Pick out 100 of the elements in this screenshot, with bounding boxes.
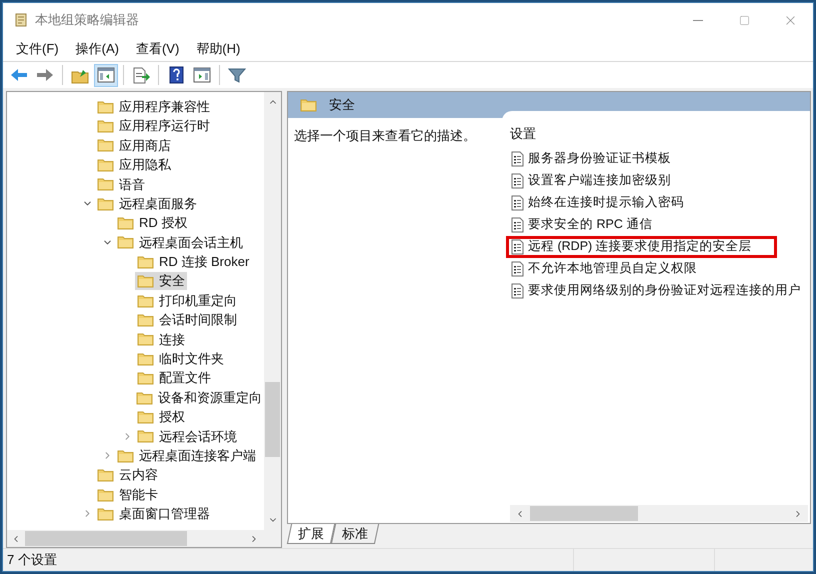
tree-item-label: 应用程序运行时 bbox=[119, 117, 210, 136]
horizontal-scrollbar[interactable] bbox=[510, 505, 808, 522]
toolbar-button[interactable] bbox=[94, 64, 118, 86]
tree-item-label: 应用商店 bbox=[119, 136, 171, 155]
folder-icon bbox=[300, 98, 317, 112]
tree-item-label: RD 授权 bbox=[139, 214, 188, 232]
action-pane-icon bbox=[193, 67, 211, 83]
tree-item[interactable]: 设备和资源重定向 bbox=[134, 388, 264, 407]
policy-document-icon bbox=[511, 172, 524, 188]
folder-icon bbox=[137, 274, 154, 288]
status-text: 7 个设置 bbox=[6, 551, 58, 570]
policy-document-icon bbox=[511, 150, 524, 166]
folder-icon bbox=[97, 138, 114, 152]
tree-item[interactable]: 打印机重定向 bbox=[135, 292, 239, 310]
folder-icon bbox=[97, 196, 114, 211]
folder-icon bbox=[117, 235, 134, 250]
tree-item[interactable]: 远程会话环境 bbox=[135, 427, 239, 446]
folder-icon bbox=[137, 332, 154, 346]
menu-item[interactable]: 查看(V) bbox=[128, 39, 188, 59]
window-title: 本地组策略编辑器 bbox=[35, 11, 139, 30]
tree-item[interactable]: 会话时间限制 bbox=[135, 310, 239, 329]
tree-item[interactable]: 授权 bbox=[135, 408, 187, 426]
folder-icon bbox=[97, 158, 114, 172]
tree-item[interactable]: 远程桌面服务 bbox=[95, 194, 199, 213]
scroll-app-icon bbox=[13, 12, 29, 28]
tree-item-label: 桌面窗口管理器 bbox=[119, 505, 210, 524]
tree-item-label: 临时文件夹 bbox=[159, 350, 224, 368]
folder-icon bbox=[117, 216, 134, 230]
tree-item-label: 安全 bbox=[159, 272, 185, 290]
folder-icon bbox=[97, 488, 114, 502]
tree-item-label: 授权 bbox=[159, 408, 185, 426]
tree-pane-icon bbox=[97, 67, 115, 83]
view-tab[interactable]: 扩展 bbox=[286, 524, 336, 544]
tree-item[interactable]: 应用程序兼容性 bbox=[95, 98, 212, 116]
tree-item[interactable]: 远程桌面连接客户端 bbox=[115, 446, 258, 465]
setting-item[interactable]: 要求安全的 RPC 通信 bbox=[506, 214, 777, 236]
setting-item[interactable]: 不允许本地管理员自定义权限 bbox=[506, 258, 777, 280]
tree-item[interactable]: 语音 bbox=[95, 175, 147, 194]
tree-item-label: 配置文件 bbox=[159, 369, 211, 388]
tree-item[interactable]: 云内容 bbox=[95, 466, 160, 484]
setting-item[interactable]: 设置客户端连接加密级别 bbox=[506, 170, 777, 192]
policy-document-icon bbox=[511, 194, 524, 210]
tree-item-label: 应用程序兼容性 bbox=[119, 98, 210, 116]
setting-item[interactable]: 远程 (RDP) 连接要求使用指定的安全层 bbox=[506, 236, 777, 258]
scroll-thumb[interactable] bbox=[25, 531, 187, 546]
tree-item[interactable]: RD 连接 Broker bbox=[135, 252, 252, 271]
tree-item-label: 远程桌面会话主机 bbox=[139, 234, 243, 252]
tree-item-label: 远程桌面连接客户端 bbox=[139, 446, 256, 465]
folder-icon bbox=[97, 100, 114, 114]
policy-document-icon bbox=[511, 260, 524, 276]
view-tab[interactable]: 标准 bbox=[330, 524, 380, 544]
folder-icon bbox=[137, 371, 154, 386]
horizontal-scrollbar[interactable] bbox=[7, 530, 281, 547]
tree-item-label: 智能卡 bbox=[119, 486, 158, 504]
tree-item[interactable]: 远程桌面会话主机 bbox=[115, 233, 245, 252]
tree-item-label: 会话时间限制 bbox=[159, 311, 237, 330]
filter-icon bbox=[228, 66, 246, 84]
folder-icon bbox=[97, 468, 114, 482]
tree-item[interactable]: RD 授权 bbox=[115, 214, 190, 232]
folder-icon bbox=[137, 429, 154, 444]
tree-item-label: 设备和资源重定向 bbox=[158, 388, 262, 407]
tree-item-label: 连接 bbox=[159, 330, 185, 349]
setting-item[interactable]: 服务器身份验证证书模板 bbox=[506, 148, 777, 170]
folder-icon bbox=[117, 448, 134, 463]
menu-item[interactable]: 操作(A) bbox=[68, 39, 127, 59]
folder-icon bbox=[136, 390, 153, 405]
tree-item[interactable]: 配置文件 bbox=[135, 369, 213, 388]
forward-arrow-icon bbox=[36, 67, 54, 83]
tree-item[interactable]: 连接 bbox=[135, 330, 187, 348]
folder-icon bbox=[97, 119, 114, 134]
back-arrow-icon bbox=[10, 67, 28, 83]
settings-column-header: 设置 bbox=[510, 125, 537, 143]
folder-icon bbox=[137, 254, 154, 269]
tree-item[interactable]: 应用商店 bbox=[95, 136, 173, 154]
setting-item[interactable]: 始终在连接时提示输入密码 bbox=[506, 192, 777, 214]
maximize-icon bbox=[738, 14, 750, 26]
folder-icon bbox=[137, 352, 154, 366]
tree-item[interactable]: 智能卡 bbox=[95, 486, 160, 504]
scroll-thumb[interactable] bbox=[530, 506, 638, 521]
policy-document-icon bbox=[511, 238, 524, 254]
export-list-icon bbox=[132, 66, 150, 84]
tree-item[interactable]: 应用隐私 bbox=[95, 156, 173, 174]
menu-item[interactable]: 帮助(H) bbox=[188, 39, 248, 59]
scroll-thumb[interactable] bbox=[265, 382, 280, 457]
folder-icon bbox=[137, 312, 154, 327]
folder-icon bbox=[137, 294, 154, 308]
tree-item-label: 语音 bbox=[119, 176, 145, 194]
tree-item[interactable]: 临时文件夹 bbox=[135, 350, 226, 368]
policy-document-icon bbox=[511, 216, 524, 232]
tree-item-label: RD 连接 Broker bbox=[159, 253, 250, 272]
vertical-scrollbar[interactable] bbox=[264, 92, 281, 530]
folder-icon bbox=[137, 410, 154, 424]
help-icon bbox=[168, 66, 184, 84]
tree-item-label: 远程桌面服务 bbox=[119, 194, 197, 213]
setting-item[interactable]: 要求使用网络级别的身份验证对远程连接的用户 bbox=[506, 280, 806, 302]
tree-item[interactable]: 安全 bbox=[135, 272, 187, 290]
details-title: 安全 bbox=[329, 96, 355, 114]
tree-item[interactable]: 桌面窗口管理器 bbox=[95, 504, 212, 523]
menu-item[interactable]: 文件(F) bbox=[8, 39, 67, 59]
tree-item[interactable]: 应用程序运行时 bbox=[95, 117, 212, 136]
